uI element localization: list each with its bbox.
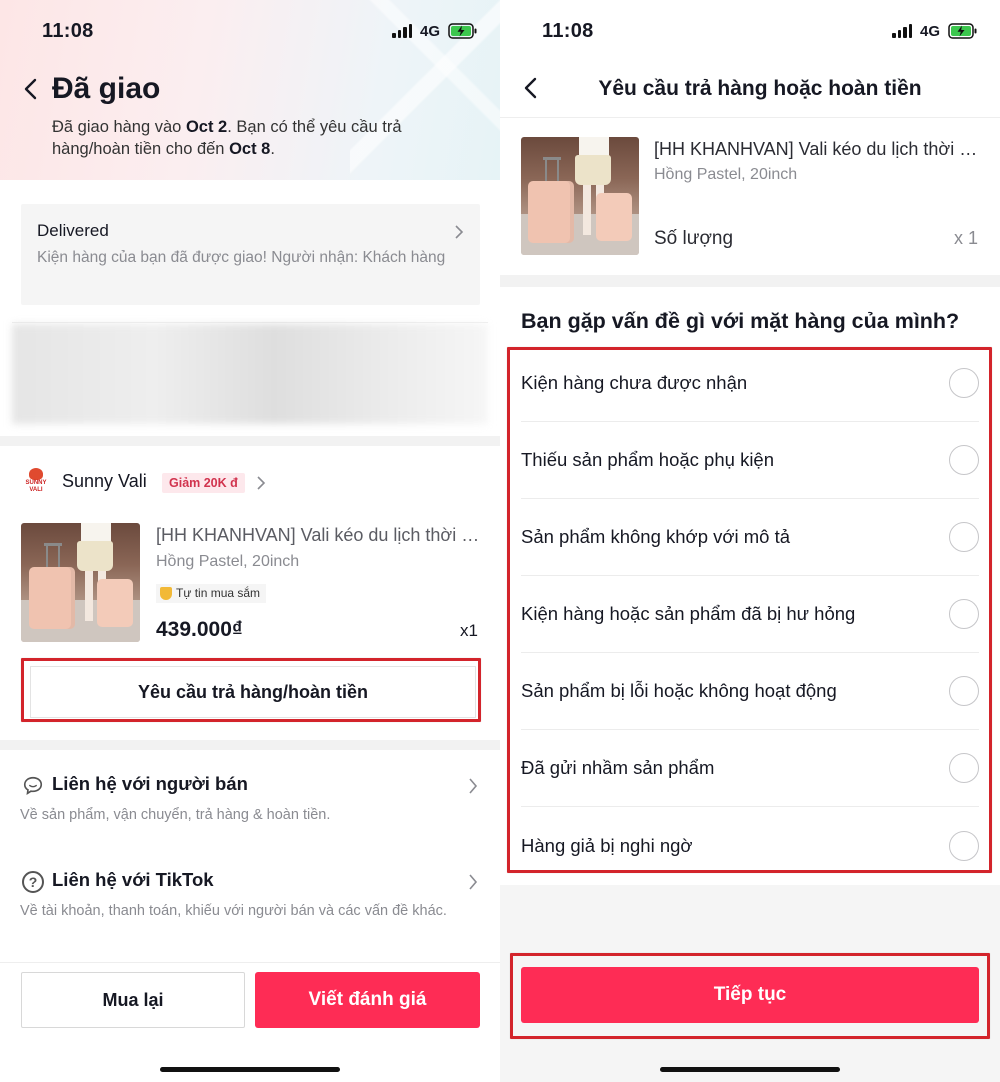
product-thumbnail[interactable] [21,523,140,642]
issue-option[interactable]: Kiện hàng hoặc sản phẩm đã bị hư hỏng [521,576,979,653]
battery-icon [948,23,977,39]
battery-icon [448,23,477,39]
contact-tiktok-row[interactable]: ? Liên hệ với TikTok Về tài khoản, thanh… [20,869,480,939]
home-indicator [160,1067,340,1072]
contact-seller-row[interactable]: Liên hệ với người bán Về sản phẩm, vận c… [20,773,480,833]
delivery-status-title: Delivered [37,221,109,240]
home-indicator [660,1067,840,1072]
discount-badge: Giảm 20K đ [162,473,245,493]
radio-button[interactable] [949,753,979,783]
sun-logo-icon [29,468,43,480]
contact-tiktok-title: Liên hệ với TikTok [52,869,214,890]
status-time: 11:08 [542,20,594,42]
issue-option-label: Hàng giả bị nghi ngờ [521,834,693,856]
continue-button[interactable]: Tiếp tục [521,967,979,1023]
delivery-status-card[interactable]: Delivered Kiện hàng của bạn đã được giao… [21,204,480,305]
product-price: 439.000₫ [156,618,243,641]
status-bar: 11:08 4G [500,0,1000,60]
delivery-status-message: Kiện hàng của bạn đã được giao! Người nh… [37,249,446,266]
product-quantity: x1 [460,621,478,640]
right-screen-return-request: 11:08 4G Yêu cầu trả hàng hoặc hoàn tiền… [500,0,1000,1082]
chat-icon [23,776,43,795]
product-variant: Hồng Pastel, 20inch [156,553,300,570]
shield-icon [160,587,172,600]
radio-button[interactable] [949,676,979,706]
issue-option-label: Sản phẩm không khớp với mô tả [521,526,791,547]
radio-button[interactable] [949,599,979,629]
write-review-button[interactable]: Viết đánh giá [255,972,480,1028]
section-separator [500,275,1000,287]
radio-button[interactable] [949,830,979,861]
left-screen-order-delivered: 11:08 4G Đã giao Đã giao hàng vào Oct 2.… [0,0,500,1082]
shop-logo-text: SUNNY VALI [25,480,47,493]
product-title: [HH KHANHVAN] Vali kéo du lịch thời tran… [654,139,980,159]
delivery-deadline-text: Đã giao hàng vào Oct 2. Bạn có thể yêu c… [52,118,402,158]
shop-logo[interactable]: SUNNY VALI [20,465,52,497]
issue-option[interactable]: Kiện hàng chưa được nhận [521,345,979,422]
status-time: 11:08 [42,20,94,42]
product-variant: Hồng Pastel, 20inch [654,166,798,183]
contact-seller-desc: Về sản phẩm, vận chuyển, trả hàng & hoàn… [20,807,331,823]
back-arrow-icon[interactable] [20,78,42,100]
issue-option[interactable]: Hàng giả bị nghi ngờ [521,807,979,884]
issue-option[interactable]: Thiếu sản phẩm hoặc phụ kiện [521,422,979,499]
buy-again-button[interactable]: Mua lại [21,972,245,1028]
header-divider [500,117,1000,118]
trust-badge-label: Tự tin mua sắm [176,586,261,600]
radio-button[interactable] [949,368,979,398]
product-thumbnail [521,137,639,255]
contact-tiktok-desc: Về tài khoản, thanh toán, khiếu với ngườ… [20,903,447,919]
issue-question-heading: Bạn gặp vấn đề gì với mặt hàng của mình? [521,309,960,333]
chevron-right-icon[interactable] [256,475,266,491]
quantity-label: Số lượng [654,228,734,249]
page-title: Đã giao [52,72,161,105]
blurred-address-area [12,324,488,424]
return-refund-request-button[interactable]: Yêu cầu trả hàng/hoàn tiền [30,666,476,718]
product-quantity: x 1 [953,228,978,248]
issue-option-label: Kiện hàng chưa được nhận [521,372,748,393]
issue-option-label: Kiện hàng hoặc sản phẩm đã bị hư hỏng [521,603,856,624]
issue-option-label: Thiếu sản phẩm hoặc phụ kiện [521,449,775,470]
chevron-right-icon [469,778,478,794]
contact-seller-title: Liên hệ với người bán [52,773,248,794]
help-icon: ? [22,871,44,893]
issue-option[interactable]: Sản phẩm bị lỗi hoặc không hoạt động [521,653,979,730]
issue-option-label: Đã gửi nhầm sản phẩm [521,757,715,778]
radio-button[interactable] [949,522,979,552]
issue-option-label: Sản phẩm bị lỗi hoặc không hoạt động [521,680,837,701]
chevron-right-icon [469,874,478,890]
radio-button[interactable] [949,445,979,475]
network-label: 4G [919,23,940,40]
trust-badge: Tự tin mua sắm [156,584,267,603]
page-title: Yêu cầu trả hàng hoặc hoàn tiền [598,77,922,100]
section-separator [0,740,500,750]
signal-icon [892,24,912,38]
divider [12,322,488,323]
shop-name[interactable]: Sunny Vali [62,471,147,492]
chevron-right-icon [455,225,464,239]
section-separator [0,436,500,446]
network-label: 4G [419,23,440,40]
signal-icon [392,24,412,38]
issue-option[interactable]: Sản phẩm không khớp với mô tả [521,499,979,576]
status-bar: 11:08 4G [0,0,500,60]
product-title[interactable]: [HH KHANHVAN] Vali kéo du lịch thời tran… [156,525,480,546]
issue-option[interactable]: Đã gửi nhầm sản phẩm [521,730,979,807]
bottom-bar-divider [0,962,500,963]
